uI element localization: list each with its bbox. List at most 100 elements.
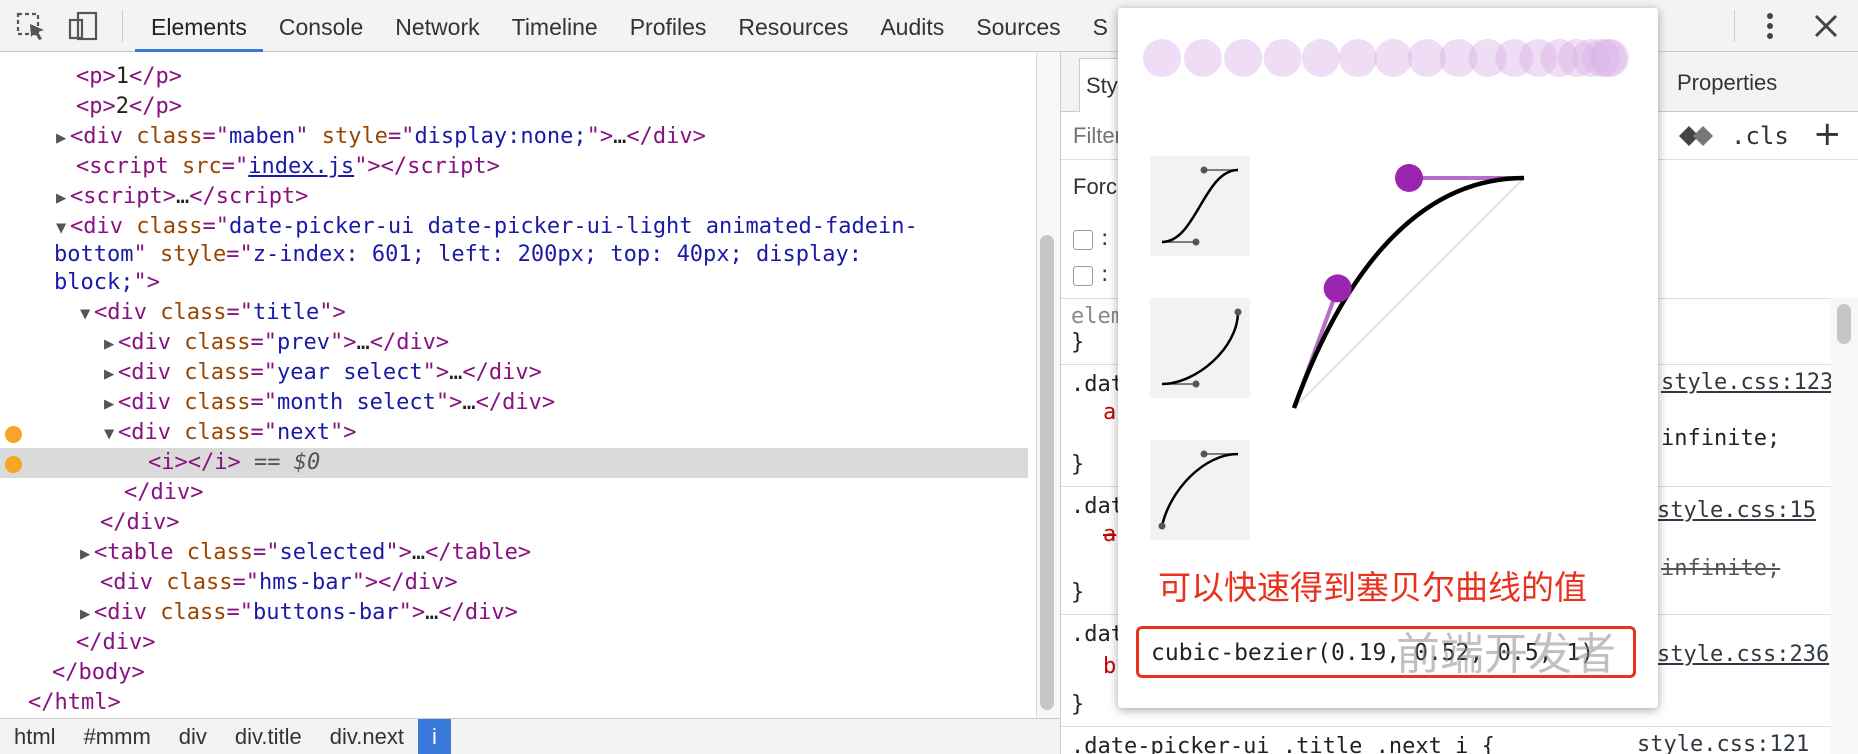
bezier-preset-ease-in-out[interactable] [1150,156,1250,256]
close-icon[interactable] [1808,10,1844,42]
force-state-checkbox[interactable] [1073,230,1093,250]
bezier-animation-preview[interactable] [1118,8,1658,98]
dom-scrollbar-thumb[interactable] [1040,235,1054,710]
tab-profiles[interactable]: Profiles [614,0,723,52]
attr-value: year select [276,360,423,385]
rule-source-link[interactable]: style.css:123 [1661,370,1833,395]
force-state-label: : [1101,226,1109,251]
rule-source-link[interactable]: style.css:15 [1657,498,1816,523]
tab-resources[interactable]: Resources [722,0,864,52]
collapse-triangle-icon[interactable]: ▼ [80,299,94,329]
force-state-checkbox[interactable] [1073,266,1093,286]
watermark-text: 前端开发者 [1396,629,1616,680]
expand-triangle-icon[interactable]: ▶ [80,599,94,629]
tab-audits[interactable]: Audits [864,0,960,52]
dom-node-script-src[interactable]: <script src="index.js"></script> [0,152,1028,182]
tab-sources[interactable]: Sources [960,0,1076,52]
more-vertical-icon[interactable] [1752,10,1788,42]
dom-node-date-picker[interactable]: ▼ <div class="date-picker-ui date-picker-… [0,212,1028,242]
dom-node-close-div: </div> [100,510,180,535]
rule-source-link[interactable]: style.css:121 [1637,732,1809,754]
breadcrumb-item[interactable]: html [0,719,70,754]
dom-node-div-hms[interactable]: <div class="hms-bar"></div> [0,568,1028,598]
rule-close: } [1071,692,1085,717]
attr-value: display:none; [414,124,587,149]
tab-elements[interactable]: Elements [135,0,263,52]
breadcrumb-item[interactable]: div [165,719,221,754]
toolbar-divider [1734,10,1735,42]
collapse-triangle-icon[interactable]: ▼ [104,419,118,449]
attr-value: prev [276,330,330,355]
attr-value: buttons-bar [252,600,399,625]
add-rule-button[interactable]: + [1813,114,1842,154]
dom-node-div-year[interactable]: ▶ <div class="year select">…</div> [0,358,1028,388]
preview-dot [1338,39,1377,77]
bezier-control-point-1[interactable] [1323,274,1352,303]
bezier-preset-ease-out[interactable] [1150,440,1250,540]
styles-scrollbar-track[interactable] [1831,298,1858,754]
property-name: a [1103,400,1117,425]
styles-scrollbar-thumb[interactable] [1837,304,1851,344]
dom-node-p[interactable]: <p>2</p> [0,92,1028,122]
dom-text: 2 [115,94,129,119]
dom-node-table[interactable]: ▶ <table class="selected">…</table> [0,538,1028,568]
rule-selector[interactable]: .dat [1071,370,1124,400]
attr-value: block; [54,270,134,295]
breadcrumb-item[interactable]: div.next [316,719,418,754]
expand-triangle-icon[interactable]: ▶ [104,329,118,359]
script-src-link[interactable]: index.js [248,154,354,179]
dom-node-div-month[interactable]: ▶ <div class="month select">…</div> [0,388,1028,418]
breadcrumb-item[interactable]: #mmm [70,719,165,754]
expand-triangle-icon[interactable]: ▶ [104,389,118,419]
rule-selector[interactable]: .dat [1071,620,1124,650]
dom-node-i-selected[interactable]: <i></i> == $0 [0,448,1028,478]
dom-tree: <p>1</p> <p>2</p> ▶ <div class="maben" st… [0,52,1028,718]
rule-property[interactable]: a [1103,520,1116,550]
dom-node-div-title[interactable]: ▼ <div class="title"> [0,298,1028,328]
breadcrumb: html #mmm div div.title div.next i [0,718,1060,754]
toolbar-divider [122,10,123,42]
dom-node-div-prev[interactable]: ▶ <div class="prev">…</div> [0,328,1028,358]
breadcrumb-item[interactable]: div.title [221,719,316,754]
property-name: b [1103,654,1117,679]
expand-triangle-icon[interactable]: ▶ [56,123,70,153]
collapse-triangle-icon[interactable]: ▼ [56,213,70,243]
rule-selector[interactable]: .dat [1071,492,1124,522]
tab-network[interactable]: Network [379,0,495,52]
rule-property[interactable]: a [1103,398,1116,428]
device-mode-icon[interactable] [66,10,102,42]
rule-selector[interactable]: .date-picker-ui .title .next i { [1071,732,1495,754]
dom-breakpoint-marker[interactable] [5,456,22,473]
bezier-control-point-2[interactable] [1395,164,1423,192]
tab-console[interactable]: Console [263,0,379,52]
ease-in-curve-icon [1161,308,1242,388]
dom-node-div-maben[interactable]: ▶ <div class="maben" style="display:none;… [0,122,1028,152]
bezier-preset-ease-in[interactable] [1150,298,1250,398]
preview-dot [1374,39,1413,77]
dom-node-div-buttons[interactable]: ▶ <div class="buttons-bar">…</div> [0,598,1028,628]
preview-dot [1143,39,1181,77]
tab-overflow[interactable]: S [1077,0,1124,52]
rule-source-link[interactable]: style.css:236 [1657,642,1829,667]
dom-node-div-next[interactable]: ▼ <div class="next"> [0,418,1028,448]
color-format-icon[interactable] [1677,122,1715,154]
rule-value-overridden: infinite; [1661,556,1781,581]
tab-timeline[interactable]: Timeline [496,0,614,52]
rule-value: infinite; [1661,426,1781,451]
preview-dot [1263,39,1302,77]
dom-text: 1 [115,64,129,89]
tab-properties[interactable]: Properties [1677,70,1777,96]
breadcrumb-item-active[interactable]: i [417,719,451,754]
rule-property[interactable]: b [1103,652,1116,682]
dom-node-script[interactable]: ▶ <script>…</script> [0,182,1028,212]
dom-node-p[interactable]: <p>1</p> [0,62,1028,92]
dom-breakpoint-marker[interactable] [5,426,22,443]
ease-in-out-curve-icon [1161,166,1239,246]
inspect-element-icon[interactable] [14,10,50,42]
dom-node-close-html: </html> [28,690,121,715]
expand-triangle-icon[interactable]: ▶ [56,183,70,213]
cls-button[interactable]: .cls [1731,122,1789,150]
expand-triangle-icon[interactable]: ▶ [80,539,94,569]
expand-triangle-icon[interactable]: ▶ [104,359,118,389]
preview-dot [1301,39,1340,77]
